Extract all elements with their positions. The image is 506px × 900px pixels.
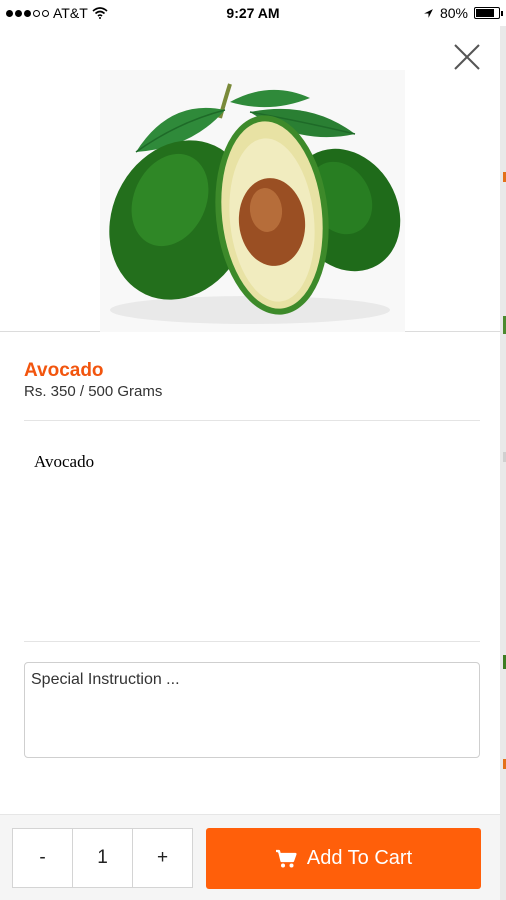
- decrease-quantity-button[interactable]: -: [13, 829, 73, 887]
- quantity-value: 1: [73, 829, 133, 887]
- quantity-stepper: - 1 +: [12, 828, 193, 888]
- close-icon: [454, 44, 480, 70]
- location-arrow-icon: [424, 8, 433, 18]
- battery-percent: 80%: [439, 5, 468, 21]
- close-button[interactable]: [452, 42, 482, 72]
- divider: [24, 420, 480, 421]
- bottom-action-bar: - 1 + Add To Cart: [0, 814, 500, 900]
- avocado-photo: [100, 70, 405, 332]
- product-image-area: [0, 70, 500, 332]
- background-page-edge: [500, 26, 506, 900]
- add-to-cart-button[interactable]: Add To Cart: [206, 828, 481, 889]
- battery-icon: [474, 7, 503, 19]
- shopping-cart-icon: [275, 849, 297, 867]
- product-description: Avocado: [34, 452, 95, 471]
- status-right: 80%: [423, 5, 503, 21]
- increase-quantity-button[interactable]: +: [133, 829, 192, 887]
- divider: [24, 641, 480, 642]
- product-name: Avocado: [24, 360, 104, 381]
- special-instruction-input[interactable]: [24, 662, 480, 758]
- product-detail-modal: Avocado Rs. 350 / 500 Grams Avocado - 1 …: [0, 26, 500, 900]
- product-price: Rs. 350 / 500 Grams: [24, 383, 163, 400]
- status-bar: AT&T 9:27 AM 80%: [0, 0, 506, 26]
- battery-level: [476, 9, 494, 17]
- add-to-cart-label: Add To Cart: [306, 847, 413, 869]
